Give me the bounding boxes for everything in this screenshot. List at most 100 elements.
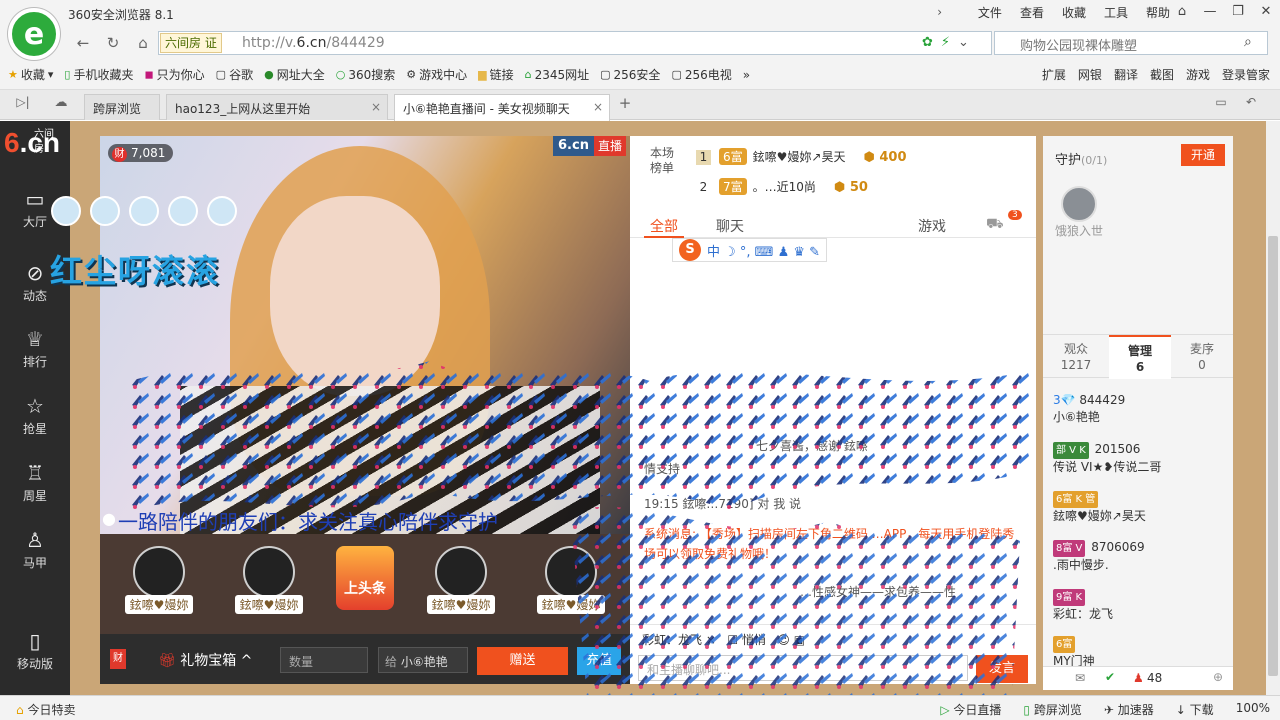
site-chip[interactable]: 六间房 证 — [160, 33, 222, 53]
zoom-level[interactable]: 100% — [1236, 701, 1270, 718]
chat-send-button[interactable]: 发言 — [976, 655, 1028, 683]
vertical-scrollbar[interactable] — [1266, 121, 1280, 695]
menu-view[interactable]: 查看 — [1020, 4, 1044, 21]
menu-file[interactable]: 文件 — [978, 4, 1002, 21]
nav-mobile[interactable]: ▯ 移动版 — [0, 629, 70, 672]
tab-list-icon[interactable]: ▭ — [1210, 95, 1232, 115]
fan-avatar[interactable]: 鉉嚓♥嫚妳 — [224, 546, 314, 614]
cross-screen-button[interactable]: ▯ 跨屏浏览 — [1023, 701, 1081, 718]
bookmark-links[interactable]: ▆ 链接 — [478, 66, 513, 83]
fan-avatar[interactable]: 鉉嚓♥嫚妳 — [526, 546, 616, 614]
wealth-icon[interactable]: 财 — [110, 649, 126, 669]
bookmark-games[interactable]: ⚙ 游戏中心 — [406, 66, 467, 83]
user-item[interactable]: 6富 MY门神 — [1053, 635, 1095, 670]
bookmark-2345[interactable]: ⌂ 2345网址 — [525, 66, 590, 83]
extensions-button[interactable]: 扩展 — [1042, 66, 1066, 83]
menu-arrow-icon[interactable]: › — [937, 5, 942, 19]
menu-tools[interactable]: 工具 — [1104, 4, 1128, 21]
guard-panel: 守护(0/1) 开通 饿狼入世 观众 1217 管理 6 麦序 0 3💎 844429… — [1043, 136, 1233, 690]
fan-avatar[interactable]: 鉉嚓♥嫚妳 — [114, 546, 204, 614]
minimize-button[interactable]: — — [1196, 0, 1224, 22]
tab-chat[interactable]: 聊天 — [716, 216, 744, 236]
user-item[interactable]: 6富 K 管鉉嚓♥嫚妳↗昊天 — [1053, 490, 1146, 525]
url-text[interactable]: http://v.6.cn/844429 — [242, 35, 385, 51]
bookmark-favorites[interactable]: ★ 收藏 ▾ — [8, 66, 53, 83]
recharge-button[interactable]: 充值 — [577, 647, 621, 675]
games-button[interactable]: 游戏 — [1186, 66, 1210, 83]
car-icon[interactable]: ⛟ — [986, 216, 1004, 234]
dropdown-icon[interactable]: ⌄ — [958, 35, 969, 50]
menu-favorites[interactable]: 收藏 — [1062, 4, 1086, 21]
nav-weekly[interactable]: ♖ 周星 — [0, 461, 70, 504]
tab-game[interactable]: 游戏 — [918, 216, 946, 236]
bookmark-more-icon[interactable]: » — [743, 68, 750, 82]
user-item[interactable]: 3💎 844429 小⑥艳艳 — [1053, 392, 1125, 426]
bank-button[interactable]: 网银 — [1078, 66, 1102, 83]
mail-icon[interactable]: ✉ — [1075, 671, 1085, 685]
tab-cross-screen[interactable]: 跨屏浏览 — [84, 94, 160, 120]
refresh-icon[interactable]: ↻ — [102, 34, 124, 54]
tab-hao123[interactable]: hao123_上网从这里开始 × — [166, 94, 388, 120]
accelerator-button[interactable]: ✈ 加速器 — [1104, 701, 1154, 718]
scrollbar-thumb[interactable] — [1268, 236, 1278, 676]
chat-recipient[interactable]: 彩虹：龙飞 × ☐ 悄悄 ☺ ▣ — [642, 631, 805, 648]
ime-toolbar[interactable]: S中 ☽ °, ⌨ ♟ ♛ ✎ — [672, 238, 828, 262]
tab-managers[interactable]: 管理 6 — [1109, 335, 1171, 379]
user-item[interactable]: 9富 K 彩虹：龙飞 — [1053, 588, 1113, 623]
today-live-button[interactable]: ▷ 今日直播 — [940, 701, 1001, 718]
download-button[interactable]: ↓ 下载 — [1176, 701, 1214, 718]
send-gift-button[interactable]: 赠送 — [477, 647, 568, 675]
bookmark-google[interactable]: ▢ 谷歌 — [216, 66, 253, 83]
bookmark-mobile[interactable]: ▯ 手机收藏夹 — [64, 66, 133, 83]
open-guard-button[interactable]: 开通 — [1181, 144, 1225, 166]
rank-row[interactable]: 2 7富 。…近10尚 ⬢ 50 — [696, 178, 868, 195]
cloud-icon[interactable]: ☁ — [50, 95, 72, 115]
skin-icon[interactable]: ⌂ — [1168, 0, 1196, 22]
home-icon[interactable]: ⌂ — [132, 34, 154, 54]
guard-avatar[interactable] — [1061, 186, 1097, 222]
menu-help[interactable]: 帮助 — [1146, 4, 1170, 21]
close-tab-icon[interactable]: × — [371, 100, 381, 114]
new-tab-icon[interactable]: + — [614, 94, 636, 114]
car-badge: 3 — [1008, 210, 1022, 220]
tab-mic-queue[interactable]: 麦序 0 — [1171, 335, 1233, 379]
close-tab-icon[interactable]: × — [593, 100, 603, 114]
undo-icon[interactable]: ↶ — [1240, 95, 1262, 115]
back-icon[interactable]: ← — [72, 34, 94, 54]
nav-star[interactable]: ☆ 抢星 — [0, 394, 70, 437]
tab-all[interactable]: 全部 — [650, 216, 678, 236]
bookmark-256tv[interactable]: ▢ 256电视 — [671, 66, 731, 83]
quantity-field[interactable]: 数量 — [280, 647, 368, 673]
bookmark-256safe[interactable]: ▢ 256安全 — [600, 66, 660, 83]
browser-logo-icon[interactable]: e — [8, 8, 60, 60]
login-manager-button[interactable]: 登录管家 — [1222, 66, 1270, 83]
mic-icon[interactable]: ● — [102, 509, 116, 528]
user-item[interactable]: 部 V K 201506 传说 VI★❥传说二哥 — [1053, 441, 1161, 476]
nav-ranking[interactable]: ♕ 排行 — [0, 327, 70, 370]
search-icon[interactable]: ⌕ — [1244, 34, 1252, 50]
tab-audience[interactable]: 观众 1217 — [1045, 335, 1107, 379]
speed-icon[interactable]: ⚡ — [941, 35, 950, 50]
fan-avatar[interactable]: 鉉嚓♥嫚妳 — [416, 546, 506, 614]
bookmark-heart[interactable]: ◼ 只为你心 — [145, 66, 205, 83]
check-icon[interactable]: ✔ — [1105, 670, 1115, 684]
chat-input[interactable]: 和主播聊聊吧... — [638, 655, 968, 681]
user-item[interactable]: 8富 V 8706069 .雨中慢步. — [1053, 539, 1145, 574]
recipient-select[interactable]: 给 小⑥艳艳 — [378, 647, 468, 673]
zoom-icon[interactable]: ⊕ — [1213, 670, 1223, 684]
tab-live-room[interactable]: 小⑥艳艳直播间 - 美女视频聊天 × — [394, 94, 610, 121]
security-icon[interactable]: ✿ — [922, 35, 933, 50]
bookmark-360search[interactable]: ○ 360搜索 — [336, 66, 396, 83]
sidebar-toggle-icon[interactable]: ▷| — [12, 95, 34, 115]
headline-button[interactable]: 上头条 — [336, 546, 394, 610]
rank-row[interactable]: 1 6富 鉉嚓♥嫚妳↗昊天 ⬢ 400 — [696, 148, 907, 165]
site-logo[interactable]: 6.cn 六间房 — [4, 127, 60, 159]
daily-deals[interactable]: ⌂ 今日特卖 — [16, 701, 75, 718]
maximize-button[interactable]: ❐ — [1224, 0, 1252, 22]
close-button[interactable]: ✕ — [1252, 0, 1280, 22]
translate-button[interactable]: 翻译 — [1114, 66, 1138, 83]
gift-box-button[interactable]: 🎁︎ 礼物宝箱 ^ — [158, 650, 252, 670]
nav-vest[interactable]: ♙ 马甲 — [0, 528, 70, 571]
screenshot-button[interactable]: 截图 — [1150, 66, 1174, 83]
bookmark-directory[interactable]: ● 网址大全 — [264, 66, 325, 83]
